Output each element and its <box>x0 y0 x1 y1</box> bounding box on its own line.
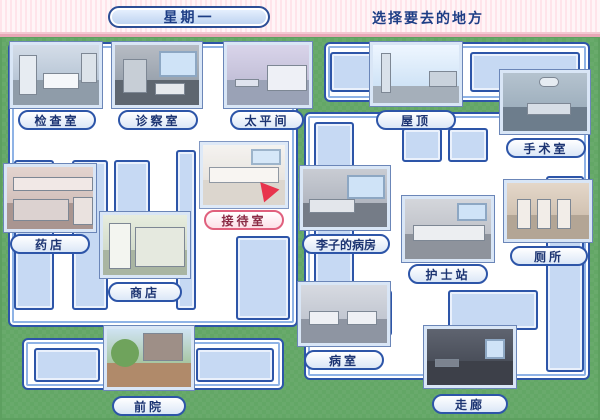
location-rooftop[interactable]: 屋顶 <box>369 41 464 132</box>
nurse-station-image <box>401 195 495 263</box>
choose-location-prompt: 选择要去的地方 <box>372 11 484 27</box>
surgery-image <box>499 69 591 135</box>
reception-label: 接待室 <box>204 210 284 230</box>
room-block <box>196 348 274 382</box>
sumomo-room-image <box>299 165 391 231</box>
surgery-label: 手术室 <box>506 138 586 158</box>
banner-stripe <box>0 34 600 37</box>
ward-image <box>297 281 391 347</box>
diagnosis-room-label: 诊察室 <box>118 110 198 130</box>
location-nurse-station[interactable]: 护士站 <box>401 195 500 286</box>
diagnosis-room-image <box>111 41 203 109</box>
location-sumomo-room[interactable]: 李子的病房 <box>299 165 392 256</box>
exam-room-label: 检查室 <box>18 110 96 130</box>
front-yard-label: 前院 <box>112 396 186 416</box>
sumomo-room-label: 李子的病房 <box>302 234 390 254</box>
location-diagnosis-room[interactable]: 诊察室 <box>111 41 204 132</box>
location-morgue[interactable]: 太平间 <box>223 41 314 132</box>
room-block <box>402 128 442 162</box>
location-toilet[interactable]: 厕所 <box>503 179 594 270</box>
toilet-image <box>503 179 593 243</box>
location-corridor[interactable]: 走廊 <box>423 325 518 418</box>
location-surgery[interactable]: 手术室 <box>499 69 594 160</box>
location-shop[interactable]: 商店 <box>99 211 194 304</box>
nurse-station-label: 护士站 <box>408 264 488 284</box>
shop-image <box>99 211 191 279</box>
location-reception[interactable]: 接待室 <box>199 141 290 232</box>
morgue-label: 太平间 <box>230 110 304 130</box>
room-block <box>34 348 100 382</box>
rooftop-label: 屋顶 <box>376 110 456 130</box>
location-ward[interactable]: 病室 <box>297 281 392 372</box>
rooftop-image <box>369 41 463 107</box>
corridor-image <box>423 325 517 389</box>
reception-image <box>199 141 289 209</box>
toilet-label: 厕所 <box>510 246 588 266</box>
room-block <box>448 290 538 330</box>
room-block <box>448 128 488 162</box>
location-front-yard[interactable]: 前院 <box>103 325 198 418</box>
location-exam-room[interactable]: 检查室 <box>9 41 104 132</box>
front-yard-image <box>103 325 195 391</box>
pharmacy-label: 药店 <box>10 234 90 254</box>
day-indicator: 星期一 <box>108 6 270 28</box>
pharmacy-image <box>3 163 97 233</box>
location-pharmacy[interactable]: 药店 <box>3 163 98 254</box>
shop-label: 商店 <box>108 282 182 302</box>
morgue-image <box>223 41 313 109</box>
corridor-label: 走廊 <box>432 394 508 414</box>
room-block <box>236 236 290 320</box>
room-block <box>114 160 150 220</box>
ward-label: 病室 <box>304 350 384 370</box>
exam-room-image <box>9 41 103 109</box>
